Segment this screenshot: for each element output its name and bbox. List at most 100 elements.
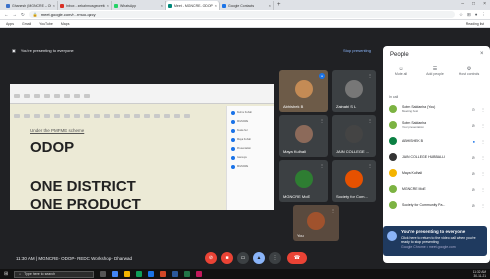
menu-icon[interactable]: ⋮ xyxy=(482,12,487,18)
browser-tab[interactable]: Google Contacts × xyxy=(220,1,274,10)
more-options-button[interactable]: ⋮ xyxy=(269,252,281,264)
bookmark-gmail[interactable]: Gmail xyxy=(22,22,31,26)
toolbar-button[interactable] xyxy=(124,114,130,118)
side-panel-item[interactable]: Kuala hul xyxy=(231,128,270,133)
bookmark-youtube[interactable]: YouTube xyxy=(39,22,53,26)
more-options-icon[interactable]: ⋮ xyxy=(481,107,485,112)
toolbar-button[interactable] xyxy=(154,114,160,118)
toolbar-button[interactable] xyxy=(94,114,100,118)
participant-tile[interactable]: ⋮ JAIN COLLEGE ... xyxy=(332,115,376,157)
captions-button[interactable]: ▭ xyxy=(237,252,249,264)
word-icon[interactable] xyxy=(172,271,179,277)
forward-icon[interactable]: → xyxy=(13,12,18,17)
taskbar-search[interactable]: ⌕ Type here to search xyxy=(14,270,95,278)
toolbar-button[interactable] xyxy=(84,94,90,98)
presenting-notification[interactable]: You're presenting to everyone Click here… xyxy=(383,226,487,256)
powerpoint-icon[interactable] xyxy=(160,271,167,277)
browser-tab[interactable]: Ghanesh (MGNCRE – ODOP- Na× xyxy=(4,1,58,10)
bookmark-apps[interactable]: Apps xyxy=(6,22,14,26)
toolbar-button[interactable] xyxy=(64,94,70,98)
side-panel-item[interactable]: Gansuyu xyxy=(231,155,270,160)
toolbar-button[interactable] xyxy=(54,94,60,98)
participant-row[interactable]: ABHISHEK B ● ⋮ xyxy=(389,134,485,148)
more-options-icon[interactable]: ⋮ xyxy=(481,155,485,160)
more-options-icon[interactable]: ⋮ xyxy=(320,163,324,168)
toolbar-button[interactable] xyxy=(34,94,40,98)
new-tab-button[interactable]: + xyxy=(277,1,281,10)
toolbar-button[interactable] xyxy=(74,114,80,118)
toolbar-button[interactable] xyxy=(104,114,110,118)
url-field[interactable]: 🔒 meet.google.com/r...rmuo-qzcy xyxy=(28,11,455,18)
participant-row[interactable]: Society for Community Pa... ⊘ ⋮ xyxy=(389,198,485,212)
side-panel-item[interactable]: Maya Kuhali xyxy=(231,137,270,142)
maximize-icon[interactable]: □ xyxy=(472,0,475,9)
close-tab-icon[interactable]: × xyxy=(53,3,55,8)
toolbar-button[interactable] xyxy=(24,94,30,98)
more-options-icon[interactable]: ⋮ xyxy=(481,171,485,176)
toolbar-button[interactable] xyxy=(34,114,40,118)
participant-tile[interactable]: ⋮ Maya Kulhali xyxy=(279,115,328,157)
toolbar-button[interactable] xyxy=(134,114,140,118)
more-options-icon[interactable]: ⋮ xyxy=(331,208,335,213)
participant-tile[interactable]: ● Abhishek B xyxy=(279,70,328,112)
toolbar-button[interactable] xyxy=(74,94,80,98)
participant-row[interactable]: Sotrn Saldanha Your presentation ⊘ ⋮ xyxy=(389,118,485,132)
minimize-icon[interactable]: – xyxy=(461,0,464,9)
more-options-icon[interactable]: ⋮ xyxy=(481,203,485,208)
toolbar-button[interactable] xyxy=(14,94,20,98)
close-tab-icon[interactable]: × xyxy=(215,3,217,8)
task-view-icon[interactable] xyxy=(100,271,107,277)
browser-tab[interactable]: Inbox - zekahmusgeorett@gmail× xyxy=(58,1,112,10)
toolbar-button[interactable] xyxy=(84,114,90,118)
toolbar-button[interactable] xyxy=(24,114,30,118)
back-icon[interactable]: ← xyxy=(4,12,9,17)
mute-all-button[interactable]: ☺ Mute all xyxy=(385,66,417,76)
toolbar-button[interactable] xyxy=(64,114,70,118)
more-options-icon[interactable]: ⋮ xyxy=(368,163,372,168)
participant-row[interactable]: Sotrn Saldanha (You) Meeting host ⊙ ⋮ xyxy=(389,102,485,116)
more-options-icon[interactable]: ⋮ xyxy=(368,118,372,123)
side-panel-item[interactable]: Presentation xyxy=(231,146,270,151)
mic-off-icon[interactable]: ⊘ xyxy=(472,155,475,160)
side-panel-item[interactable]: MGNCRE xyxy=(231,164,270,169)
add-people-button[interactable]: ☰ Add people xyxy=(419,66,451,76)
bookmark-maps[interactable]: Maps xyxy=(61,22,70,26)
star-icon[interactable]: ☆ xyxy=(459,12,463,18)
present-button[interactable]: ▲ xyxy=(253,252,265,264)
participant-tile[interactable]: ⋮ MGNCRE MoE xyxy=(279,160,328,202)
browser-tab[interactable]: WhatsApp × xyxy=(112,1,166,10)
self-view-tile[interactable]: ⋮ You xyxy=(293,205,339,241)
edge-icon[interactable] xyxy=(136,271,143,277)
profile-icon[interactable]: ● xyxy=(475,12,478,17)
close-tab-icon[interactable]: × xyxy=(269,3,271,8)
toolbar-button[interactable] xyxy=(114,114,120,118)
close-window-icon[interactable]: × xyxy=(483,0,486,9)
more-options-icon[interactable]: ⋮ xyxy=(368,73,372,78)
extensions-icon[interactable]: ⊞ xyxy=(467,12,471,18)
mic-off-icon[interactable]: ⊘ xyxy=(472,123,475,128)
mic-off-icon[interactable]: ⊘ xyxy=(472,187,475,192)
excel-icon[interactable] xyxy=(184,271,191,277)
participant-tile[interactable]: ⋮ Society for Com... xyxy=(332,160,376,202)
side-panel-item[interactable]: MGNCRE xyxy=(231,119,270,124)
toolbar-button[interactable] xyxy=(54,114,60,118)
participant-tile[interactable]: ⋮ Zainabi S L xyxy=(332,70,376,112)
toolbar-button[interactable] xyxy=(164,114,170,118)
close-tab-icon[interactable]: × xyxy=(161,3,163,8)
host-controls-button[interactable]: ⚙ Host controls xyxy=(453,66,485,76)
toolbar-button[interactable] xyxy=(44,94,50,98)
toolbar-button[interactable] xyxy=(184,114,190,118)
more-options-icon[interactable]: ⋮ xyxy=(320,118,324,123)
explorer-icon[interactable] xyxy=(124,271,131,277)
participant-row[interactable]: MGNCRE MoE ⊘ ⋮ xyxy=(389,182,485,196)
toolbar-button[interactable] xyxy=(44,114,50,118)
mic-off-icon[interactable]: ⊘ xyxy=(472,203,475,208)
participant-row[interactable]: JAIN COLLEGE HUBBALLI ⊘ ⋮ xyxy=(389,150,485,164)
more-options-icon[interactable]: ⋮ xyxy=(481,187,485,192)
mic-off-button[interactable]: ⊘ xyxy=(205,252,217,264)
app-icon[interactable] xyxy=(196,271,203,277)
camera-off-button[interactable]: ■ xyxy=(221,252,233,264)
browser-tab-active[interactable]: Meet - MGNCRE- ODOP- R× xyxy=(166,1,220,10)
toolbar-button[interactable] xyxy=(14,114,20,118)
taskbar-clock[interactable]: 11:32 AM 30-11-21 xyxy=(473,270,486,278)
